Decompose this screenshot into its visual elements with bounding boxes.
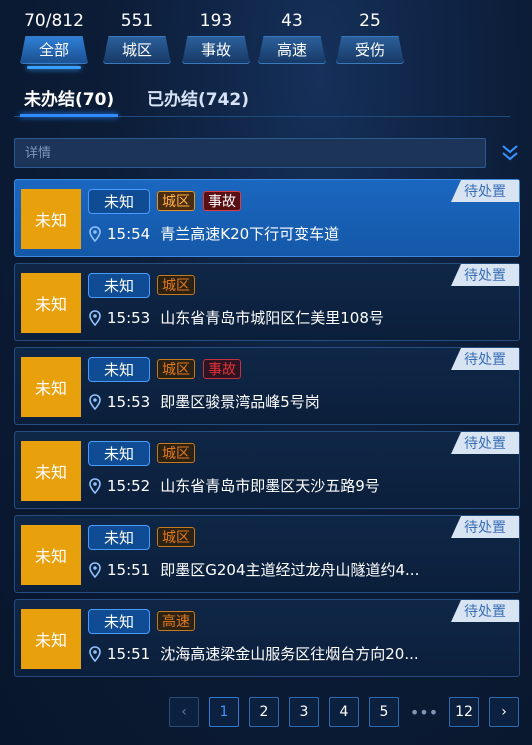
location-row: 15:53 即墨区骏景湾品峰5号岗: [89, 391, 320, 412]
stat-city-label: 城区: [103, 36, 171, 64]
incident-card[interactable]: 未知 未知 城区 事故 待处置 15:54 青兰高速K20下行可变车道: [14, 179, 520, 257]
page-button-last[interactable]: 12: [449, 697, 479, 727]
location-pin-icon: [89, 477, 101, 494]
location-row: 15:54 青兰高速K20下行可变车道: [89, 223, 339, 244]
location-row: 15:52 山东省青岛市即墨区天沙五路9号: [89, 475, 380, 496]
tag-accident: 事故: [203, 359, 241, 379]
location-row: 15:51 即墨区G204主道经过龙舟山隧道约4...: [89, 559, 419, 580]
incident-type-badge: 未知: [21, 609, 81, 669]
page-button-4[interactable]: 4: [329, 697, 359, 727]
incident-card[interactable]: 未知 未知 城区 待处置 15:51 即墨区G204主道经过龙舟山隧道约4...: [14, 515, 520, 593]
incident-address: 青兰高速K20下行可变车道: [160, 225, 340, 243]
next-page-button[interactable]: ›: [489, 697, 519, 727]
search-input[interactable]: [14, 138, 486, 168]
location-pin-icon: [89, 309, 101, 326]
pending-label: 待处置: [451, 348, 519, 370]
status-button[interactable]: 未知: [88, 441, 150, 466]
stat-all-value: 70/812: [24, 11, 84, 31]
page-ellipsis[interactable]: •••: [409, 697, 439, 727]
prev-page-button[interactable]: ‹: [169, 697, 199, 727]
stat-city-value: 551: [120, 11, 154, 31]
incident-time: 15:52: [107, 476, 151, 495]
incident-time: 15:51: [107, 644, 151, 663]
incident-address: 山东省青岛市城阳区仁美里108号: [160, 309, 384, 327]
tag-city: 城区: [157, 443, 195, 463]
status-button[interactable]: 未知: [88, 525, 150, 550]
tag-accident: 事故: [203, 191, 241, 211]
location-row: 15:51 沈海高速梁金山服务区往烟台方向20...: [89, 643, 419, 664]
incident-type-badge: 未知: [21, 441, 81, 501]
location-pin-icon: [89, 645, 101, 662]
pending-label: 待处置: [451, 516, 519, 538]
pending-label: 待处置: [451, 264, 519, 286]
incident-card[interactable]: 未知 未知 城区 事故 待处置 15:53 即墨区骏景湾品峰5号岗: [14, 347, 520, 425]
location-pin-icon: [89, 561, 101, 578]
stats-bar: 70/812 全部 551 城区 193 事故 43 高速 25 受伤: [0, 0, 532, 72]
incident-address: 沈海高速梁金山服务区往烟台方向20...: [160, 645, 419, 663]
location-row: 15:53 山东省青岛市城阳区仁美里108号: [89, 307, 384, 328]
stat-highway-label: 高速: [258, 36, 326, 64]
stat-injured[interactable]: 25 受伤: [335, 8, 405, 64]
pending-label: 待处置: [451, 180, 519, 202]
incident-card[interactable]: 未知 未知 城区 待处置 15:53 山东省青岛市城阳区仁美里108号: [14, 263, 520, 341]
pending-label: 待处置: [451, 432, 519, 454]
incident-card[interactable]: 未知 未知 城区 待处置 15:52 山东省青岛市即墨区天沙五路9号: [14, 431, 520, 509]
page-button-5[interactable]: 5: [369, 697, 399, 727]
expand-chevron-icon[interactable]: [500, 142, 520, 164]
page-button-3[interactable]: 3: [289, 697, 319, 727]
incident-type-badge: 未知: [21, 189, 81, 249]
tag-city: 城区: [157, 275, 195, 295]
incident-address: 山东省青岛市即墨区天沙五路9号: [160, 477, 380, 495]
stat-accident[interactable]: 193 事故: [181, 8, 251, 64]
stat-injured-label: 受伤: [336, 36, 404, 64]
status-button[interactable]: 未知: [88, 189, 150, 214]
tag-highway: 高速: [157, 611, 195, 631]
tag-city: 城区: [157, 191, 195, 211]
page-button-2[interactable]: 2: [249, 697, 279, 727]
tag-city: 城区: [157, 359, 195, 379]
incident-time: 15:53: [107, 308, 151, 327]
incident-time: 15:53: [107, 392, 151, 411]
incident-address: 即墨区G204主道经过龙舟山隧道约4...: [160, 561, 420, 579]
stat-city[interactable]: 551 城区: [102, 8, 172, 64]
location-pin-icon: [89, 225, 101, 242]
status-button[interactable]: 未知: [88, 609, 150, 634]
incident-time: 15:54: [107, 224, 151, 243]
incident-card[interactable]: 未知 未知 高速 待处置 15:51 沈海高速梁金山服务区往烟台方向20...: [14, 599, 520, 677]
incident-type-badge: 未知: [21, 525, 81, 585]
status-button[interactable]: 未知: [88, 273, 150, 298]
tag-city: 城区: [157, 527, 195, 547]
stat-accident-label: 事故: [182, 36, 250, 64]
incident-panel: 70/812 全部 551 城区 193 事故 43 高速 25 受伤 未办结(…: [0, 0, 532, 745]
incident-time: 15:51: [107, 560, 151, 579]
tab-finished[interactable]: 已办结(742): [147, 86, 249, 114]
pending-label: 待处置: [451, 600, 519, 622]
status-tabs: 未办结(70) 已办结(742): [14, 86, 510, 117]
stat-accident-value: 193: [199, 11, 233, 31]
page-button-1[interactable]: 1: [209, 697, 239, 727]
status-button[interactable]: 未知: [88, 357, 150, 382]
stat-all[interactable]: 70/812 全部: [19, 8, 89, 69]
location-pin-icon: [89, 393, 101, 410]
incident-address: 即墨区骏景湾品峰5号岗: [160, 393, 320, 411]
stat-all-label: 全部: [20, 36, 88, 64]
incident-type-badge: 未知: [21, 357, 81, 417]
incident-type-badge: 未知: [21, 273, 81, 333]
stat-highway-value: 43: [281, 11, 303, 31]
tab-unfinished[interactable]: 未办结(70): [19, 86, 119, 117]
stat-injured-value: 25: [359, 11, 381, 31]
stat-highway[interactable]: 43 高速: [257, 8, 327, 64]
